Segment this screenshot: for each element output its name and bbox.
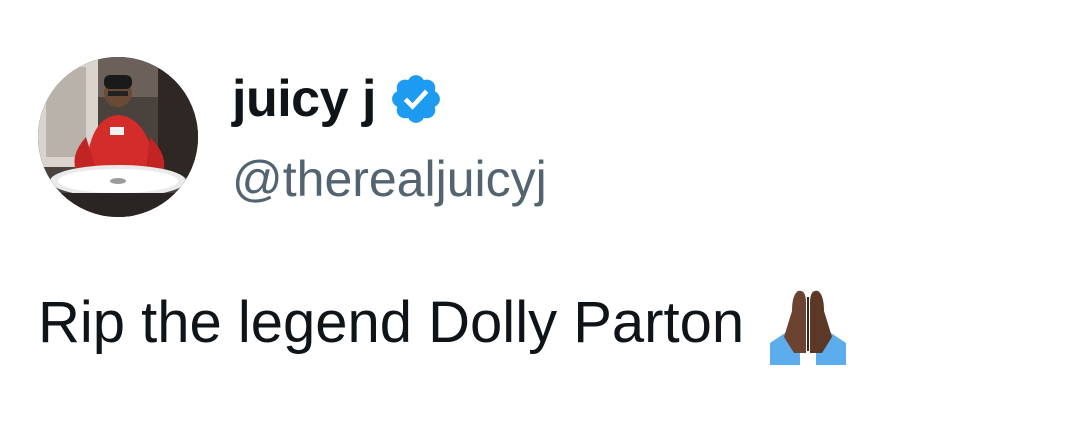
author-avatar[interactable] bbox=[38, 57, 198, 217]
tweet-body: Rip the legend Dolly Parton bbox=[38, 288, 850, 365]
tweet-text: Rip the legend Dolly Parton bbox=[38, 290, 745, 355]
author-display-name[interactable]: juicy j bbox=[232, 73, 376, 125]
tweet-card: juicy j @therealjuicyj Rip the legend Do… bbox=[0, 0, 1074, 423]
folded-hands-emoji-icon bbox=[770, 290, 847, 365]
author-handle[interactable]: @therealjuicyj bbox=[232, 154, 547, 204]
author-name-row: juicy j bbox=[232, 66, 444, 132]
verified-badge-icon bbox=[391, 75, 440, 123]
avatar-photo bbox=[38, 57, 198, 217]
